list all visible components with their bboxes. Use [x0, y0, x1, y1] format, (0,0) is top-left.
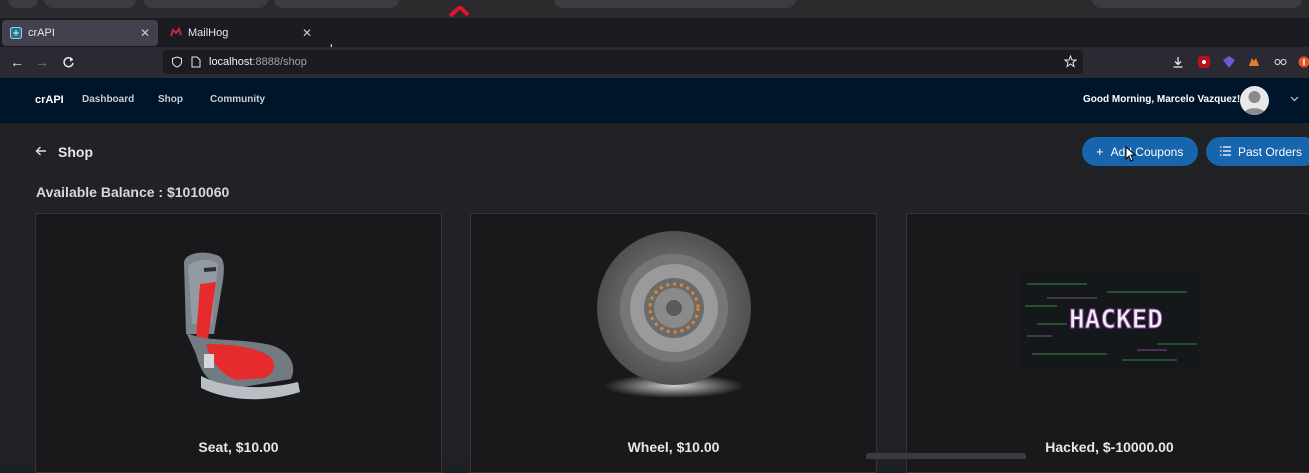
past-orders-label: Past Orders	[1238, 145, 1302, 159]
mouse-cursor-icon	[1124, 146, 1136, 162]
desktop-top-bar	[0, 0, 1309, 18]
bookmark-star-icon[interactable]	[1064, 55, 1077, 68]
browser-toolbar: ← → localhost:8888/shop	[0, 47, 1309, 78]
user-avatar-icon	[1240, 86, 1269, 115]
address-bar[interactable]: localhost:8888/shop	[163, 50, 1083, 74]
glasses-extension-icon[interactable]	[1273, 55, 1287, 69]
nav-shop[interactable]: Shop	[158, 94, 183, 105]
taskbar-pill	[274, 0, 399, 8]
shop-content: Shop + Add Coupons Past Orders Available…	[0, 123, 1309, 459]
hacked-banner-image: HACKED	[907, 214, 1309, 424]
purple-extension-icon[interactable]	[1222, 55, 1236, 69]
product-card-seat[interactable]: Seat, $10.00	[35, 213, 442, 473]
download-icon[interactable]	[1171, 55, 1185, 69]
add-coupons-label: Add Coupons	[1111, 145, 1184, 159]
product-card-hacked[interactable]: HACKED Hacked, $-10000.00	[906, 213, 1309, 473]
red-mark-icon	[448, 6, 470, 18]
forward-icon[interactable]: →	[34, 54, 50, 70]
crapi-favicon-icon	[10, 27, 22, 39]
tab-label: MailHog	[188, 27, 302, 39]
add-coupons-button[interactable]: + Add Coupons	[1082, 137, 1198, 166]
available-balance: Available Balance : $1010060	[36, 184, 229, 200]
wheel-image	[471, 214, 876, 424]
browser-tab-strip: crAPI ✕ MailHog ✕ +	[0, 18, 1309, 47]
taskbar-pill	[8, 0, 38, 8]
app-header: crAPI Dashboard Shop Community Good Morn…	[0, 78, 1309, 123]
past-orders-button[interactable]: Past Orders	[1206, 137, 1309, 166]
shield-icon[interactable]	[171, 56, 183, 68]
scrollbar[interactable]	[866, 453, 1026, 459]
url-host: localhost	[209, 56, 252, 68]
reload-icon[interactable]	[60, 54, 76, 70]
car-seat-image	[36, 214, 441, 424]
mailhog-favicon-icon	[170, 27, 182, 39]
taskbar-pill	[44, 0, 136, 8]
brand-logo[interactable]: crAPI	[35, 94, 64, 106]
page-title: Shop	[58, 144, 93, 160]
url-path: :8888/shop	[252, 56, 306, 68]
back-arrow-icon[interactable]	[35, 144, 47, 160]
greeting-text: Good Morning, Marcelo Vazquez!	[1083, 94, 1240, 105]
back-icon[interactable]: ←	[9, 54, 25, 70]
close-tab-icon[interactable]: ✕	[302, 26, 312, 40]
nav-community[interactable]: Community	[210, 94, 265, 105]
taskbar-pill	[554, 0, 796, 8]
tab-label: crAPI	[28, 27, 140, 39]
chevron-down-icon[interactable]	[1290, 94, 1299, 104]
hacked-image-text: HACKED	[1069, 305, 1163, 335]
browser-tab-mailhog[interactable]: MailHog ✕	[162, 20, 320, 46]
product-card-wheel[interactable]: Wheel, $10.00	[470, 213, 877, 473]
close-tab-icon[interactable]: ✕	[140, 26, 150, 40]
plus-icon: +	[1096, 144, 1104, 159]
product-label: Seat, $10.00	[36, 439, 441, 455]
avatar[interactable]	[1240, 86, 1269, 115]
product-label: Wheel, $10.00	[471, 439, 876, 455]
browser-tab-crapi[interactable]: crAPI ✕	[2, 20, 158, 46]
nav-dashboard[interactable]: Dashboard	[82, 94, 134, 105]
taskbar-pill	[1092, 0, 1302, 8]
ublock-extension-icon[interactable]	[1197, 55, 1211, 69]
list-icon	[1220, 144, 1231, 159]
orange-extension-icon[interactable]	[1297, 55, 1309, 69]
fox-extension-icon[interactable]	[1247, 55, 1261, 69]
taskbar-pill	[143, 0, 268, 8]
page-info-icon[interactable]	[191, 56, 201, 68]
